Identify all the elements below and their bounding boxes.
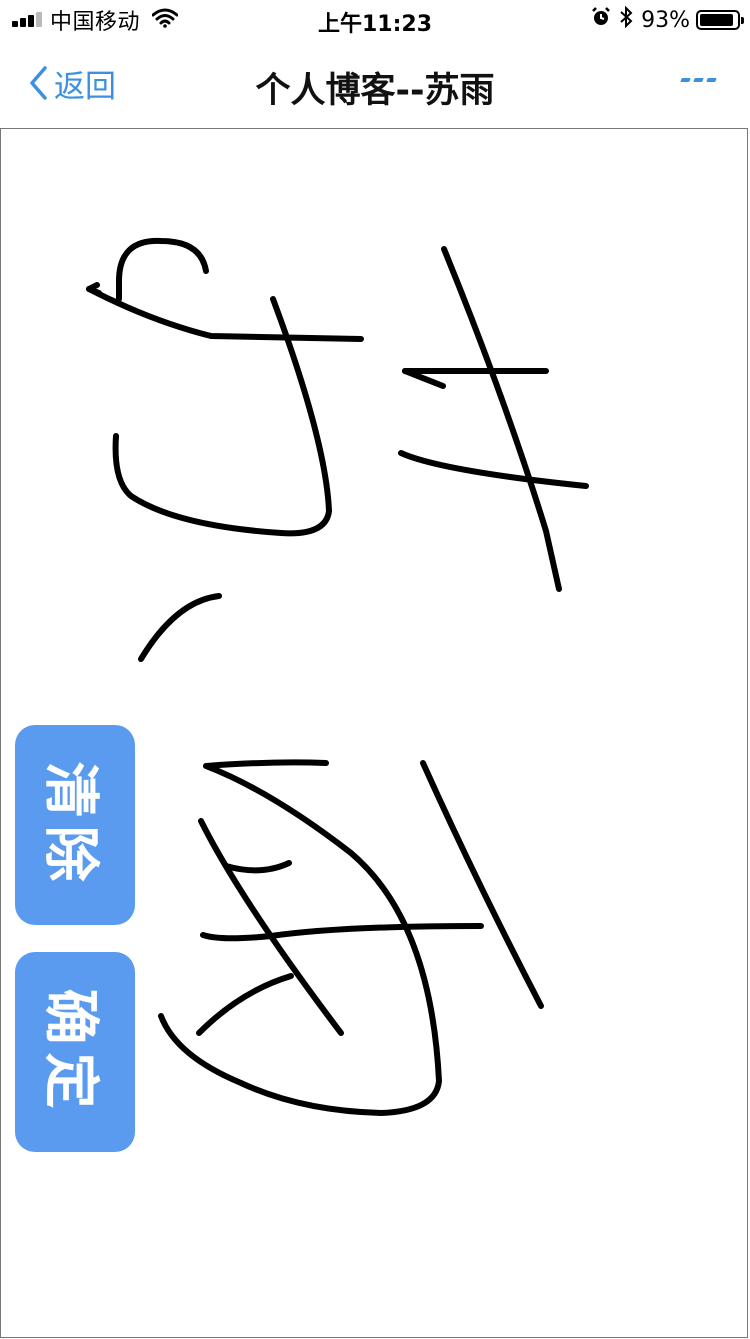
bluetooth-icon <box>619 5 633 34</box>
battery-percent: 93% <box>641 7 690 33</box>
battery-icon <box>696 10 744 30</box>
status-right: 93% <box>591 5 744 34</box>
confirm-button[interactable]: 确定 <box>15 952 135 1152</box>
clear-label: 清除 <box>37 761 103 889</box>
battery-fill <box>700 14 734 26</box>
nav-bar: 返回 个人博客--苏雨 <box>0 40 750 128</box>
page-title: 个人博客--苏雨 <box>255 71 495 111</box>
clear-button[interactable]: 清除 <box>15 725 135 925</box>
status-bar: 中国移动 上午11:23 93% <box>0 0 750 40</box>
confirm-label: 确定 <box>37 988 103 1116</box>
more-icon[interactable] <box>677 78 717 82</box>
alarm-icon <box>591 7 611 33</box>
